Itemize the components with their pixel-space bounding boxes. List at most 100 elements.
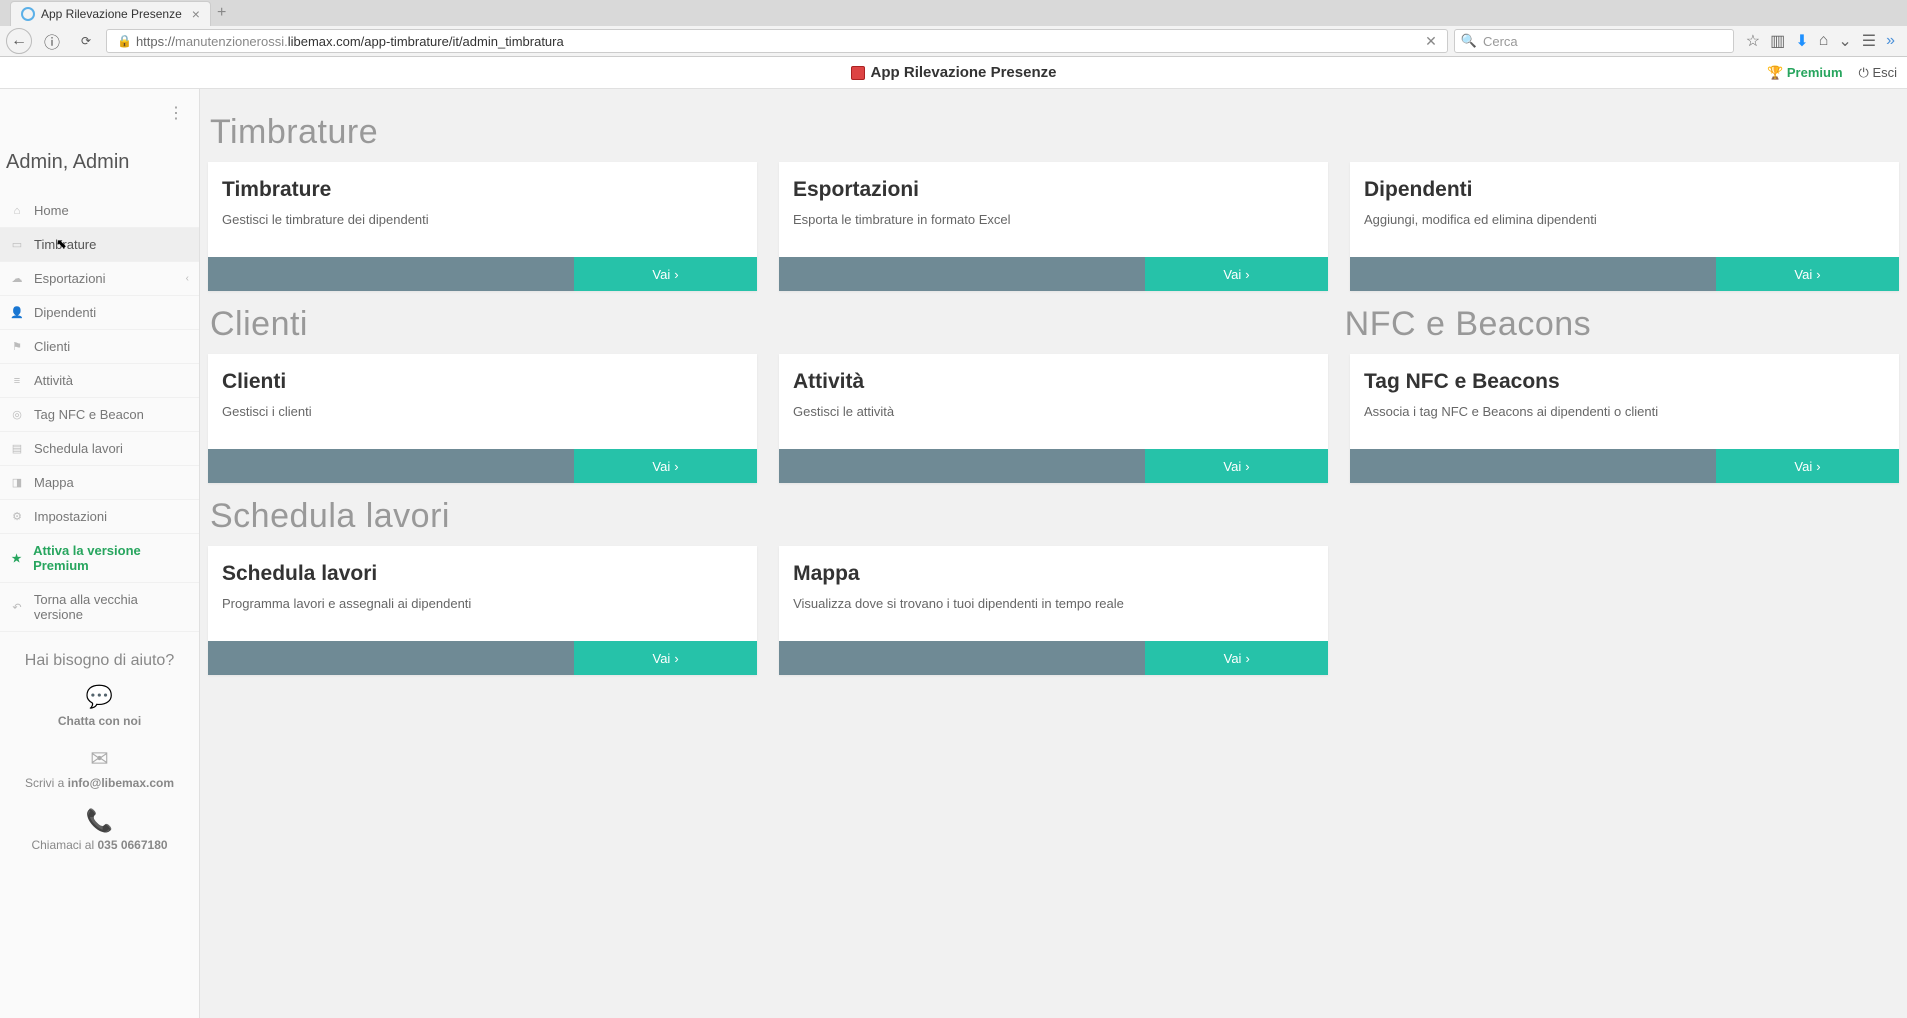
sidebar: ⋮ Admin, Admin ⌂Home ▭Timbrature ⬉ ☁Espo… [0,89,200,1018]
card-schedula: Schedula lavori Programma lavori e asseg… [208,546,757,675]
card-desc: Gestisci i clienti [222,404,743,419]
tab-favicon [21,7,35,21]
chevron-right-icon: › [674,651,678,666]
go-button[interactable]: Vai› [1145,449,1328,483]
calendar-icon [851,66,865,80]
mail-icon: ✉ [8,746,191,772]
help-phone[interactable]: 📞 Chiamaci al 035 0667180 [8,808,191,852]
card-title: Dipendenti [1364,178,1885,202]
reload-icon[interactable]: ⟳ [72,29,100,53]
app-title: App Rilevazione Presenze [851,64,1057,81]
tab-close-icon[interactable]: × [192,6,200,22]
go-button[interactable]: Vai› [1716,257,1899,291]
browser-toolbar-icons: ☆ ▥ ⬇ ⌂ ⌄ ☰ » [1740,31,1901,51]
go-button[interactable]: Vai› [574,641,757,675]
chevron-right-icon: › [1245,267,1249,282]
library-icon[interactable]: ▥ [1770,31,1785,51]
card-dipendenti: Dipendenti Aggiungi, modifica ed elimina… [1350,162,1899,291]
card-title: Timbrature [222,178,743,202]
chevron-right-icon: › [1245,459,1249,474]
nav-dipendenti[interactable]: 👤Dipendenti [0,296,199,330]
search-icon: 🔍 [1461,33,1477,49]
nav-clienti[interactable]: ⚑Clienti [0,330,199,364]
card-desc: Associa i tag NFC e Beacons ai dipendent… [1364,404,1885,419]
nav-attivita[interactable]: ≡Attività [0,364,199,398]
card-title: Clienti [222,370,743,394]
card-bar [208,641,574,675]
card-desc: Gestisci le timbrature dei dipendenti [222,212,743,227]
bookmark-icon[interactable]: ☆ [1746,31,1760,51]
nav-old-version[interactable]: ↶Torna alla vecchia versione [0,583,199,632]
card-bar [779,449,1145,483]
nav-schedula[interactable]: ▤Schedula lavori [0,432,199,466]
pocket-icon[interactable]: ⌄ [1838,31,1851,51]
sidebar-more-icon[interactable]: ⋮ [0,99,199,127]
lock-icon: 🔒 [117,34,132,48]
info-icon[interactable]: ⓘ [38,29,66,53]
chevron-right-icon: › [1816,459,1820,474]
nav-mappa[interactable]: ◨Mappa [0,466,199,500]
go-button[interactable]: Vai› [1716,449,1899,483]
card-bar [779,257,1145,291]
back-button[interactable]: ← [6,28,32,54]
card-timbrature: Timbrature Gestisci le timbrature dei di… [208,162,757,291]
overflow-icon[interactable]: » [1886,32,1895,50]
list-icon: ▭ [10,238,24,251]
card-desc: Gestisci le attività [793,404,1314,419]
tab-title: App Rilevazione Presenze [41,7,182,21]
nav-tag-nfc[interactable]: ◎Tag NFC e Beacon [0,398,199,432]
go-button[interactable]: Vai› [1145,257,1328,291]
tag-icon: ◎ [10,408,24,421]
nav-attiva-premium[interactable]: ★Attiva la versione Premium [0,534,199,583]
card-bar [779,641,1145,675]
nav-timbrature[interactable]: ▭Timbrature ⬉ [0,228,199,262]
browser-toolbar: ← ⓘ ⟳ 🔒 https://manutenzionerossi.libema… [0,26,1907,56]
card-title: Esportazioni [793,178,1314,202]
cloud-icon: ☁ [10,272,24,285]
card-bar [1350,449,1716,483]
card-title: Tag NFC e Beacons [1364,370,1885,394]
premium-badge[interactable]: 🏆 Premium [1767,65,1842,81]
section-title-clienti: Clienti [210,305,1321,344]
go-button[interactable]: Vai› [1145,641,1328,675]
logout-button[interactable]: ⏻ Esci [1859,65,1897,81]
go-button[interactable]: Vai› [574,449,757,483]
home-icon[interactable]: ⌂ [1819,32,1829,50]
go-button[interactable]: Vai› [574,257,757,291]
card-attivita: Attività Gestisci le attività Vai› [779,354,1328,483]
help-email[interactable]: ✉ Scrivi a info@libemax.com [8,746,191,790]
url-text: https://manutenzionerossi.libemax.com/ap… [136,34,1421,49]
clear-url-icon[interactable]: ✕ [1421,33,1441,50]
section-title-schedula: Schedula lavori [210,497,1899,536]
card-esportazioni: Esportazioni Esporta le timbrature in fo… [779,162,1328,291]
address-bar[interactable]: 🔒 https://manutenzionerossi.libemax.com/… [106,29,1448,53]
sidebar-user: Admin, Admin [0,127,199,194]
nav-home[interactable]: ⌂Home [0,194,199,228]
card-desc: Aggiungi, modifica ed elimina dipendenti [1364,212,1885,227]
card-title: Schedula lavori [222,562,743,586]
search-placeholder: Cerca [1483,34,1518,49]
browser-tab[interactable]: App Rilevazione Presenze × [10,1,211,26]
search-bar[interactable]: 🔍 Cerca [1454,29,1734,53]
tasks-icon: ≡ [10,375,24,387]
phone-icon: 📞 [8,808,191,834]
section-title-nfc: NFC e Beacons [1345,305,1899,344]
new-tab-button[interactable]: + [217,4,226,22]
help-chat[interactable]: 💬 Chatta con noi [8,684,191,728]
section-title-timbrature: Timbrature [210,113,1899,152]
card-bar [208,449,574,483]
browser-chrome: App Rilevazione Presenze × + ← ⓘ ⟳ 🔒 htt… [0,0,1907,57]
nav-esportazioni[interactable]: ☁Esportazioni‹ [0,262,199,296]
card-nfc: Tag NFC e Beacons Associa i tag NFC e Be… [1350,354,1899,483]
chevron-right-icon: › [1245,651,1249,666]
download-icon[interactable]: ⬇ [1795,31,1808,51]
nav-impostazioni[interactable]: ⚙Impostazioni [0,500,199,534]
chevron-right-icon: › [674,459,678,474]
chevron-right-icon: › [674,267,678,282]
card-desc: Visualizza dove si trovano i tuoi dipend… [793,596,1314,611]
card-bar [208,257,574,291]
main-content: Timbrature Timbrature Gestisci le timbra… [200,89,1907,1018]
cursor-icon: ⬉ [56,236,67,252]
app-header: App Rilevazione Presenze 🏆 Premium ⏻ Esc… [0,57,1907,89]
menu-icon[interactable]: ☰ [1862,31,1876,51]
